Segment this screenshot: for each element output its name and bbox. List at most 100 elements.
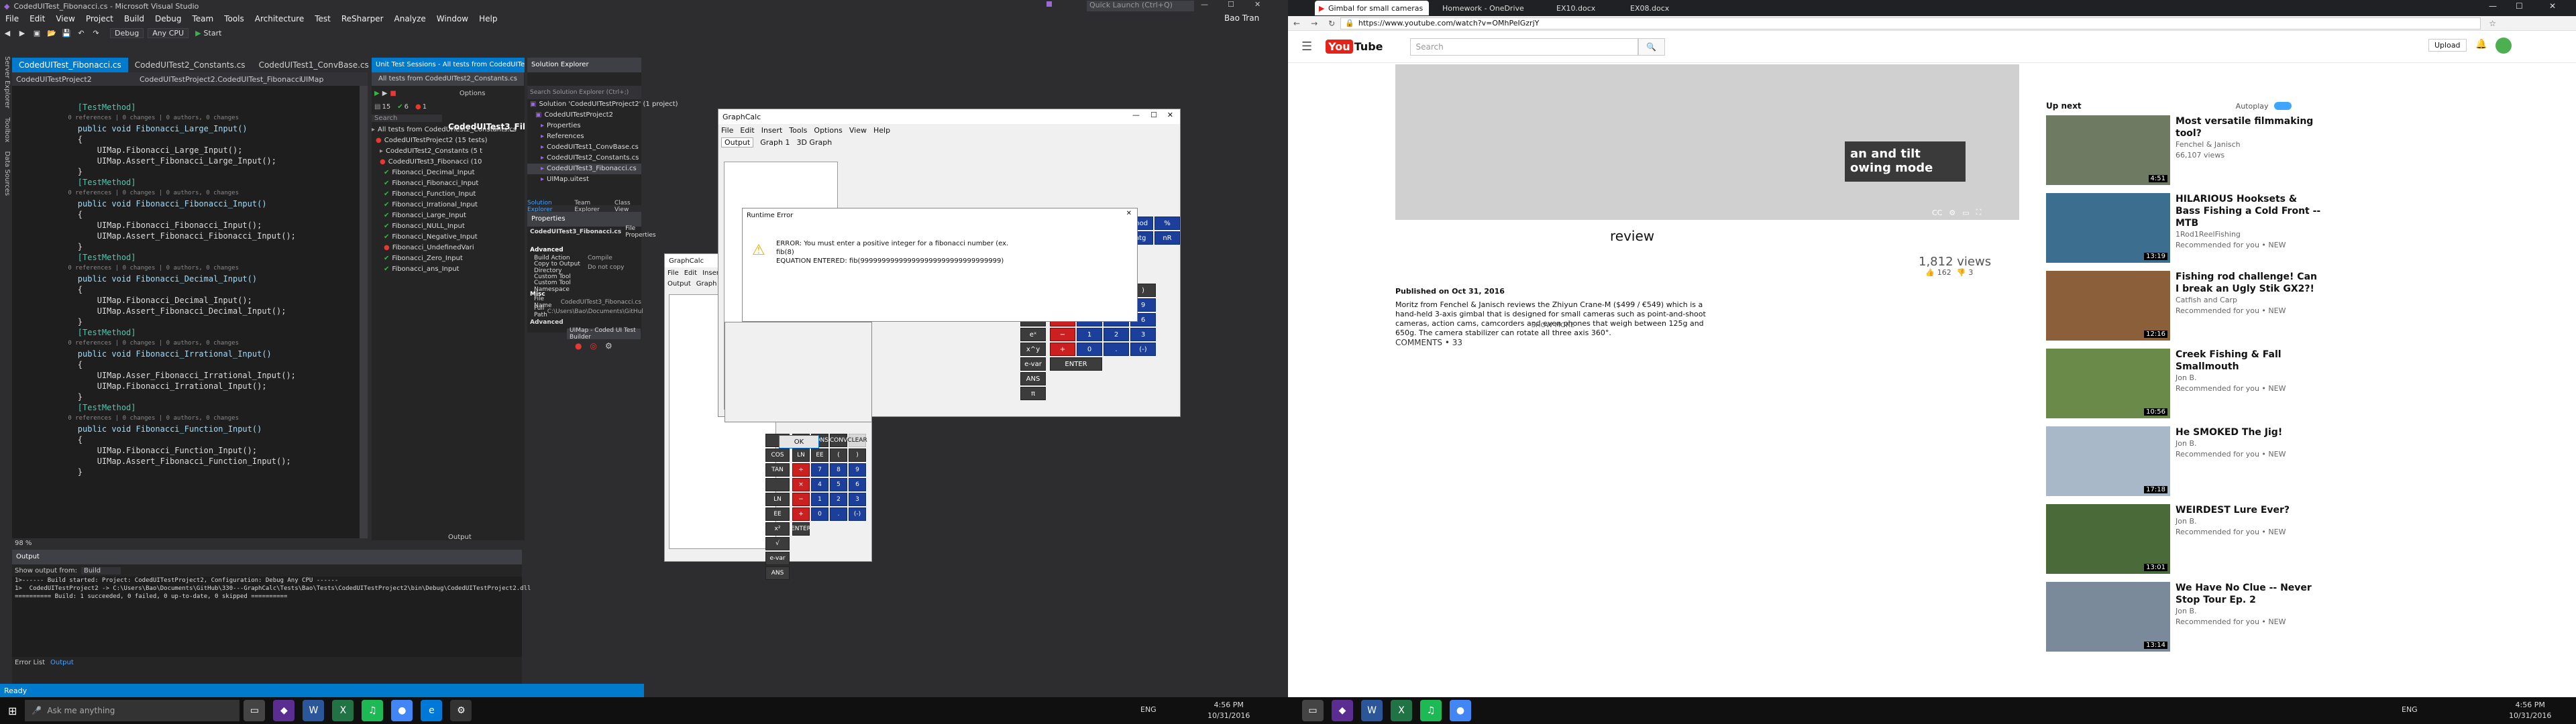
calc-back-key[interactable]: EE [811,448,828,462]
word-taskbar-icon[interactable]: W [303,700,325,721]
back-menu-file[interactable]: File [667,269,679,277]
browser-minimize-button[interactable]: — [2489,1,2497,11]
options-button[interactable]: Options [460,90,486,97]
menu-project[interactable]: Project [86,14,113,23]
video-card[interactable]: 13:14 We Have No Clue -- Never Stop Tour … [2046,582,2328,652]
calc-key[interactable]: 0 [1077,343,1102,356]
browser-tab-active[interactable]: ▶ Gimbal for small cameras [1315,1,1429,15]
video-thumbnail[interactable]: 13:14 [2046,582,2170,652]
calc-back-key[interactable]: . [830,507,847,521]
tab-output[interactable]: Output [50,659,74,666]
breadcrumb-member[interactable]: UIMap [301,75,324,84]
video-card[interactable]: 12:16 Fishing rod challenge! Can I break … [2046,271,2328,341]
menu-window[interactable]: Window [437,14,468,23]
address-bar[interactable]: 🔒 https://www.youtube.com/watch?v=OMhPeI… [1340,17,2481,29]
video-title[interactable]: Creek Fishing & Fall Smallmouth [2176,349,2323,373]
video-thumbnail[interactable]: 13:19 [2046,193,2170,263]
menu-view[interactable]: View [56,14,74,23]
solution-item[interactable]: ▸ CodedUITest2_Constants.cs [527,153,641,164]
show-more-button[interactable]: SHOW MORE [1395,322,1711,335]
video-player[interactable]: an and tilt owing mode CC ⚙ ▭ ⛶ [1395,64,2019,220]
user-name[interactable]: Bao Tran [1224,13,1259,23]
output-source-select[interactable]: Build [80,566,121,575]
video-card[interactable]: 10:56 Creek Fishing & Fall Smallmouth Jon … [2046,349,2328,418]
platform-select[interactable]: Any CPU [148,27,189,38]
back-icon[interactable]: ◀ [0,25,15,40]
unit-test-search[interactable]: Search [372,114,442,122]
calc-key[interactable]: π [1020,387,1046,400]
test-item[interactable]: ✔ Fibonacci_Function_Input [372,189,476,200]
video-title[interactable]: Most versatile filmmaking tool? [2176,115,2323,139]
tab-class-view[interactable]: Class View [614,200,641,213]
menu-resharper[interactable]: ReSharper [341,14,384,23]
video-card[interactable]: 17:18 He SMOKED The Jig! Jon B. Recommended… [2046,426,2328,496]
start-icon[interactable]: ▶ [195,29,201,38]
new-file-icon[interactable]: ▣ [30,25,44,40]
task-view-icon[interactable]: ▭ [244,700,266,721]
calc-key[interactable]: nR [1155,231,1180,245]
assert-icon[interactable]: ◎ [590,341,596,351]
tab-constants[interactable]: CodedUITest2_Constants.cs [128,58,252,72]
breadcrumb-class[interactable]: CodedUITestProject2.CodedUITest_Fibonacc… [140,75,301,84]
video-channel[interactable]: Jon B. [2176,373,2323,383]
forward-icon[interactable]: ▶ [15,25,30,40]
menu-debug[interactable]: Debug [155,14,181,23]
language-indicator[interactable]: ENG [1140,705,1157,714]
test-item[interactable]: ● Fibonacci_UndefinedVari [372,243,474,253]
windows-start-icon[interactable]: ⊞ [8,705,17,717]
calc-key[interactable]: e-var [1020,357,1046,371]
calc-tab-output[interactable]: Output [721,137,754,147]
browser-tab-ex08[interactable]: EX08.docx [1617,1,1690,15]
breadcrumb-project[interactable]: CodedUITestProject2 [12,75,140,84]
calc-key[interactable]: 1 [1077,328,1102,341]
search-icon[interactable]: 🔍 [1638,38,1665,56]
hamburger-menu-icon[interactable]: ☰ [1301,40,1312,54]
spotify-taskbar-icon-2[interactable]: ♫ [1420,700,1442,721]
record-icon[interactable]: ● [575,341,582,351]
chrome-taskbar-icon[interactable]: ● [391,700,413,721]
calc-menu-tools[interactable]: Tools [789,126,807,135]
unit-test-output-tab[interactable]: Output [448,534,472,541]
star-icon[interactable]: ☆ [2489,19,2496,28]
edge-taskbar-icon[interactable]: e [421,700,443,721]
calc-back-key[interactable]: 4 [811,478,828,491]
calc-back-key[interactable]: ) [849,448,866,462]
calc-key[interactable]: ANS [1020,372,1046,385]
menu-help[interactable]: Help [479,14,497,23]
video-title[interactable]: HILARIOUS Hooksets & Bass Fishing a Cold… [2176,193,2323,229]
test-item[interactable]: ✔ Fibonacci_NULL_Input [372,221,465,232]
calc-back-key[interactable]: 1 [811,493,828,506]
test-item[interactable]: ✔ Fibonacci_ans_Input [372,264,459,275]
test-item[interactable]: ✔ Fibonacci_Irrational_Input [372,200,478,210]
test-group[interactable]: ● CodedUITest3_Fibonacci (10 [372,157,482,168]
menu-team[interactable]: Team [192,14,213,23]
calc-back-key[interactable]: EE [765,507,790,521]
calc-back-key[interactable]: TAN [765,463,790,477]
video-title[interactable]: WEIRDEST Lure Ever? [2176,504,2323,516]
notifications-bell-icon[interactable]: 🔔 [2475,39,2487,50]
toolbox-tab[interactable]: Toolbox [3,117,11,143]
calc-key[interactable]: + [1050,343,1075,356]
menu-file[interactable]: File [5,14,19,23]
github-taskbar-icon[interactable]: ⚙ [450,700,472,721]
chrome-taskbar-icon-2[interactable]: ● [1450,700,1471,721]
cc-icon[interactable]: CC [1932,208,1942,217]
calc-back-key[interactable]: 7 [811,463,828,477]
excel-taskbar-icon-2[interactable]: X [1391,700,1412,721]
passed-count[interactable]: 6 [405,103,409,111]
back-tab-output[interactable]: Output [667,280,691,288]
test-item[interactable]: ✔ Fibonacci_Zero_Input [372,253,463,264]
video-title[interactable]: He SMOKED The Jig! [2176,426,2323,438]
close-button[interactable]: ✕ [1254,0,1260,9]
calc-back-key[interactable]: x² [765,522,790,536]
properties-subject[interactable]: CodedUITest3_Fibonacci.cs [530,229,621,235]
test-item[interactable]: ✔ Fibonacci_Negative_Input [372,232,478,243]
video-title[interactable]: Fishing rod challenge! Can I break an Ug… [2176,271,2323,295]
browser-maximize-button[interactable]: ☐ [2516,1,2523,11]
browser-back-icon[interactable]: ← [1293,19,1300,28]
editor-scrollbar[interactable] [360,86,368,538]
code-editor[interactable]: [TestMethod] 0 references | 0 changes | … [12,86,368,538]
calc-menu-view[interactable]: View [849,126,867,135]
back-menu-edit[interactable]: Edit [684,269,697,277]
menu-tools[interactable]: Tools [224,14,244,23]
